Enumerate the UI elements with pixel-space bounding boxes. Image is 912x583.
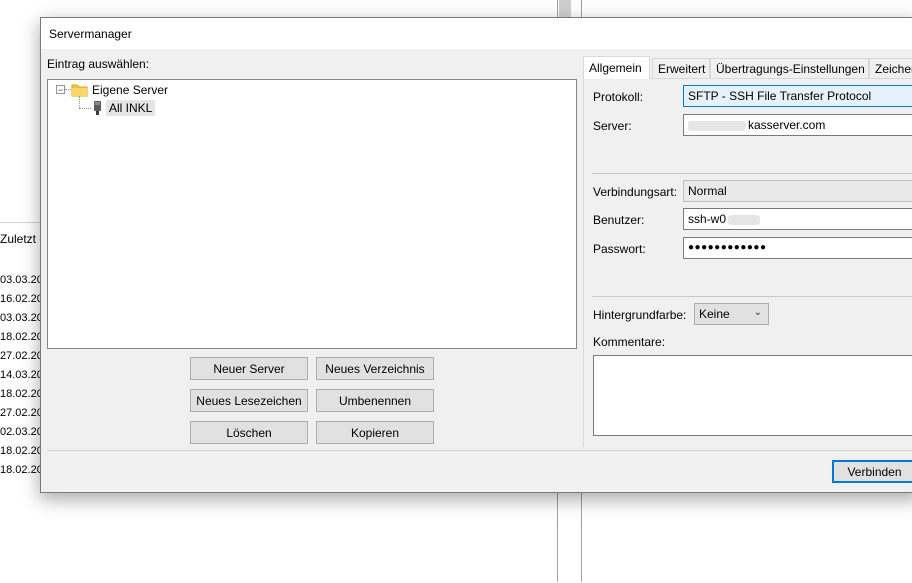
user-label: Benutzer:	[593, 213, 645, 227]
protocol-label: Protokoll:	[593, 90, 644, 104]
tab-erweitert[interactable]: Erweitert	[652, 58, 710, 78]
connection-type-select[interactable]: Normal	[683, 180, 912, 202]
user-value: ssh-w0	[688, 212, 727, 226]
server-tree[interactable]: − Eigene Server All INKL	[47, 79, 577, 349]
redacted-host	[688, 120, 746, 131]
general-tab-page: Protokoll: SFTP - SSH File Transfer Prot…	[583, 78, 912, 447]
tab-zeichen[interactable]: Zeichen	[869, 58, 912, 78]
bg-color-value: Keine	[699, 307, 730, 321]
tree-item-label: Eigene Server	[92, 82, 169, 97]
connection-type-label: Verbindungsart:	[593, 185, 678, 199]
user-input[interactable]: ssh-w0	[683, 208, 912, 230]
tree-connector-horizontal	[79, 108, 91, 109]
tree-connector-vertical	[79, 96, 80, 108]
password-input[interactable]: ●●●●●●●●●●●●	[683, 237, 912, 259]
tree-item-eigene-server[interactable]: − Eigene Server	[56, 81, 168, 98]
password-label: Passwort:	[593, 242, 646, 256]
comments-label: Kommentare:	[593, 335, 666, 349]
background-scrollbar-thumb[interactable]	[559, 0, 571, 18]
servermanager-dialog: Servermanager Eintrag auswählen: − Eigen…	[40, 17, 912, 493]
new-bookmark-button[interactable]: Neues Lesezeichen	[190, 389, 308, 412]
rename-button[interactable]: Umbenennen	[316, 389, 434, 412]
separator	[592, 296, 912, 297]
select-entry-label: Eintrag auswählen:	[47, 57, 150, 71]
server-icon	[94, 100, 101, 115]
delete-button[interactable]: Löschen	[190, 421, 308, 444]
new-server-button[interactable]: Neuer Server	[190, 357, 308, 380]
server-input[interactable]: kasserver.com	[683, 114, 912, 136]
copy-button[interactable]: Kopieren	[316, 421, 434, 444]
bg-color-select[interactable]: Keine ⌄	[694, 303, 769, 325]
tree-item-label: All INKL	[106, 99, 156, 116]
folder-icon	[71, 84, 88, 96]
new-folder-button[interactable]: Neues Verzeichnis	[316, 357, 434, 380]
tab-allgemein[interactable]: Allgemein	[583, 56, 650, 79]
comments-textarea[interactable]	[593, 355, 912, 436]
server-value: kasserver.com	[748, 118, 826, 132]
collapse-icon[interactable]: −	[56, 85, 65, 95]
tree-item-all-inkl[interactable]: All INKL	[92, 99, 156, 116]
bg-color-label: Hintergrundfarbe:	[593, 308, 687, 322]
dialog-title: Servermanager	[49, 27, 132, 41]
separator	[592, 173, 912, 174]
protocol-select[interactable]: SFTP - SSH File Transfer Protocol	[683, 85, 912, 107]
tab-uebertragungs-einstellungen[interactable]: Übertragungs-Einstellungen	[710, 58, 869, 78]
redacted-user	[728, 214, 761, 225]
server-label: Server:	[593, 119, 632, 133]
dialog-bottom-separator	[47, 450, 912, 451]
connect-button[interactable]: Verbinden	[832, 460, 912, 483]
dialog-titlebar[interactable]: Servermanager	[41, 18, 912, 49]
chevron-down-icon: ⌄	[753, 307, 762, 318]
